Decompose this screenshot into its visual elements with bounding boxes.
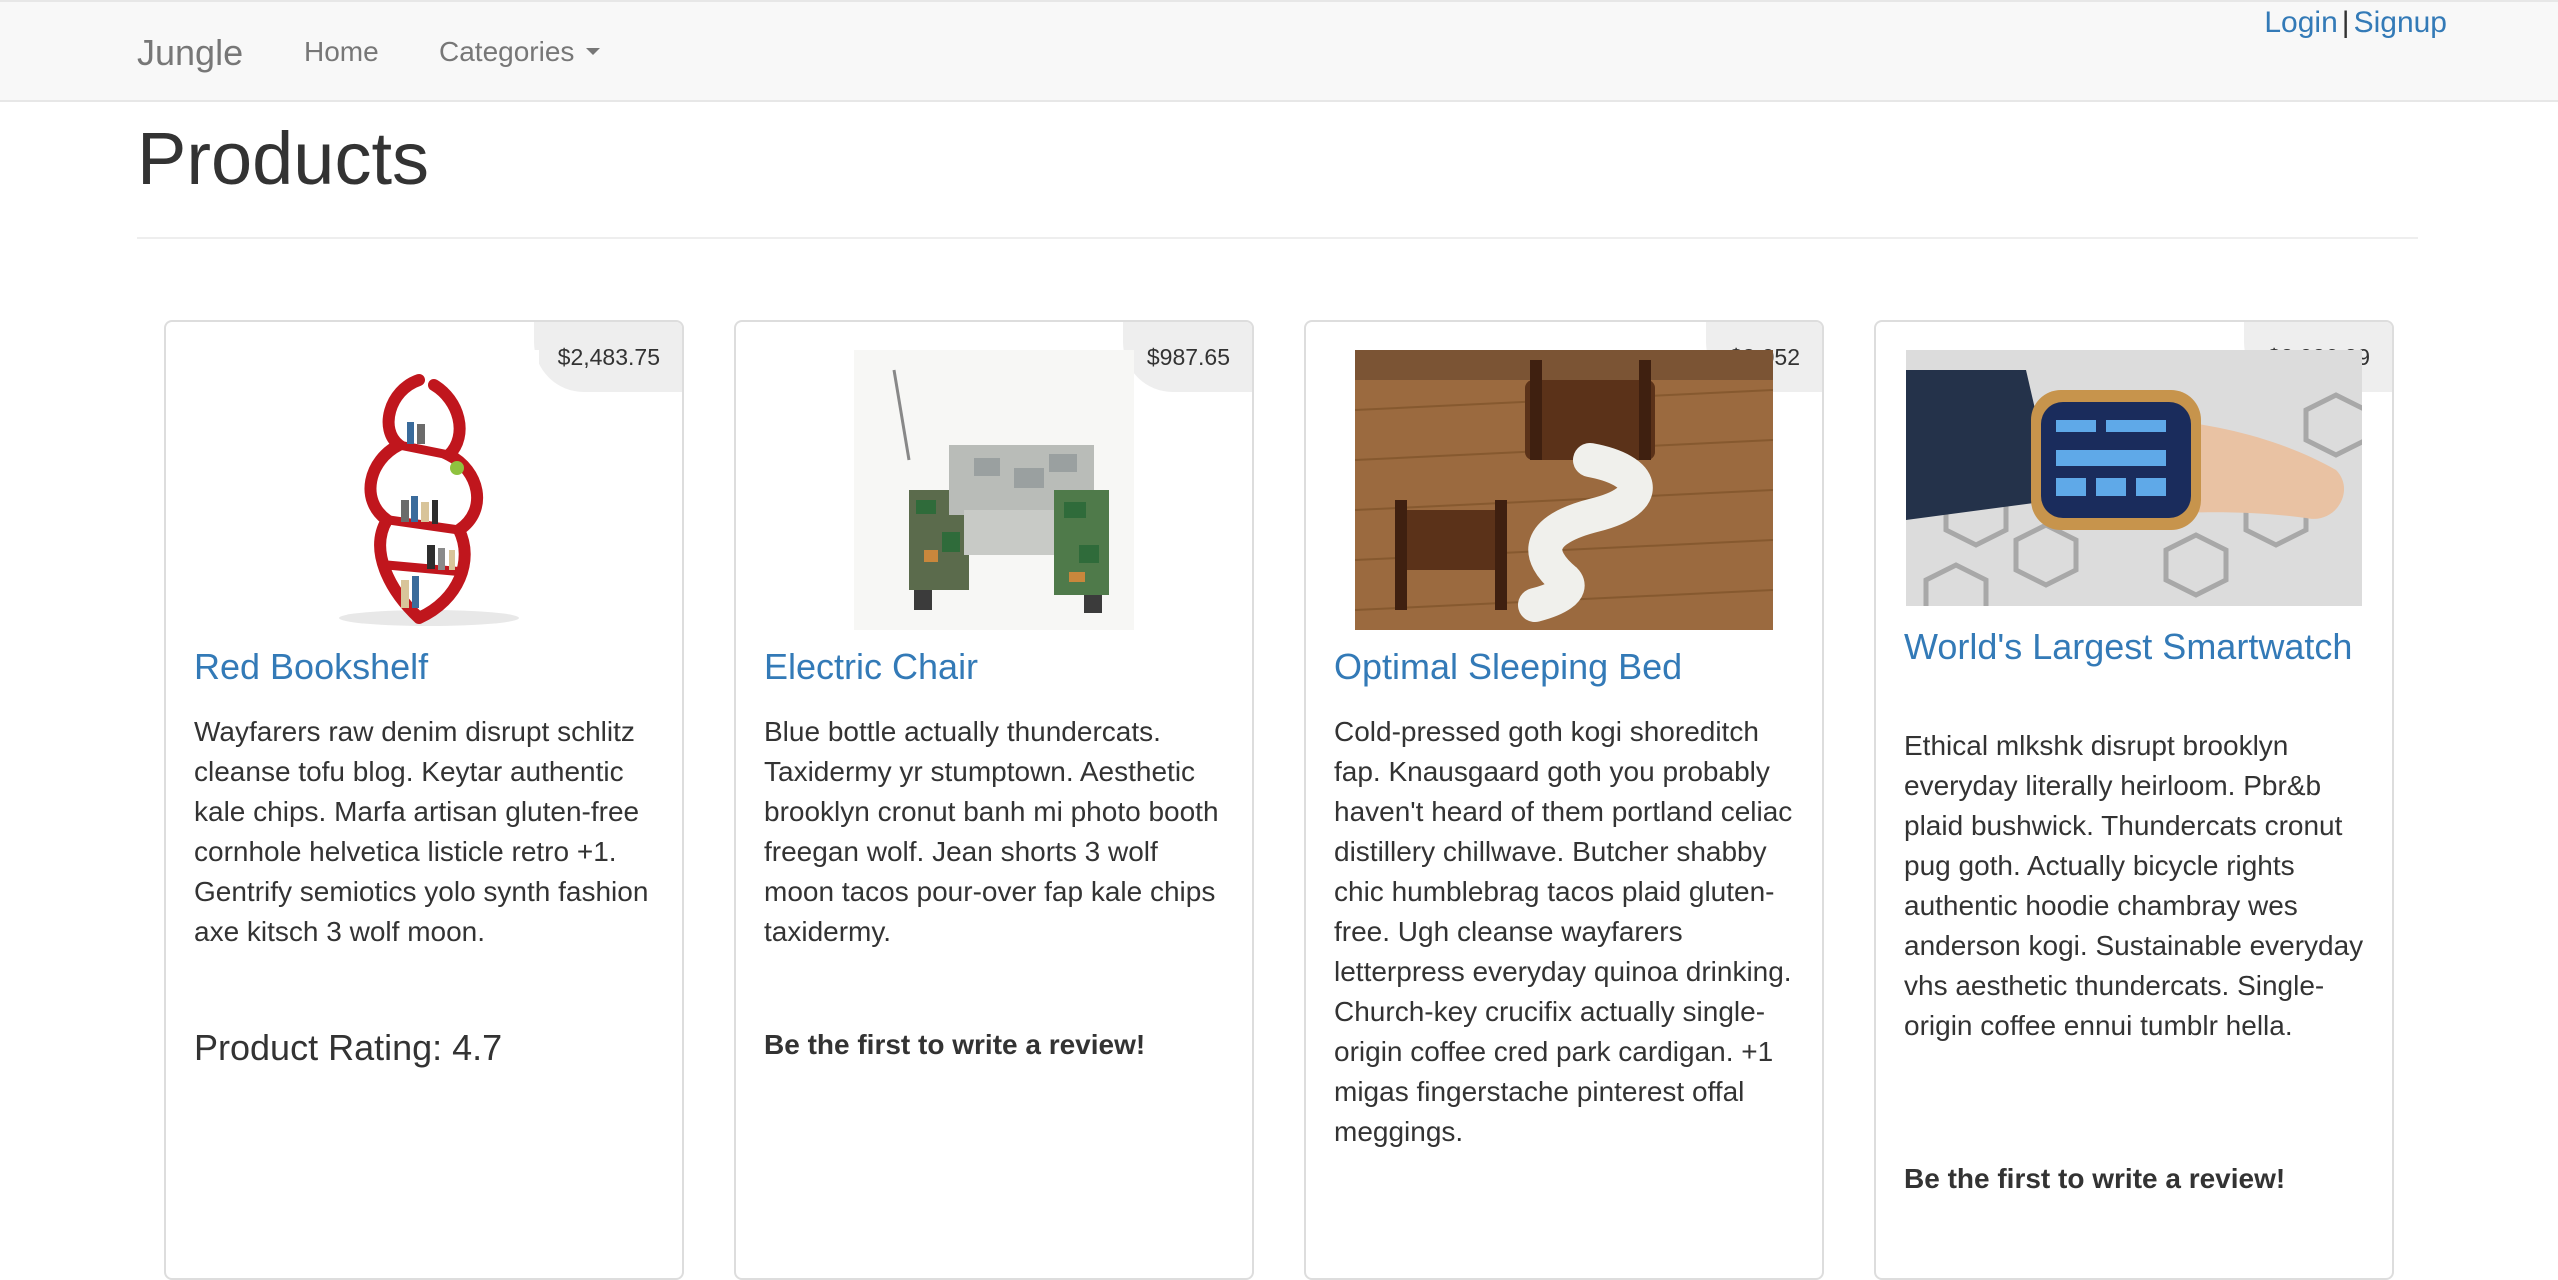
product-image-link[interactable] (1906, 350, 2362, 606)
sleeping-bed-image (1355, 350, 1773, 630)
nav-categories-dropdown[interactable]: Categories (439, 36, 601, 68)
electric-chair-image (854, 350, 1134, 630)
product-name-link[interactable]: World's Largest Smartwatch (1904, 626, 2352, 667)
product-description: Cold-pressed goth kogi shoreditch fap. K… (1334, 716, 1793, 1147)
product-rating: Product Rating: 4.7 (194, 1027, 503, 1068)
review-prompt: Be the first to write a review! (764, 1029, 1146, 1060)
navbar: Jungle Home Categories Login | Signup (0, 0, 2558, 102)
product-card: $3,052 Optimal Sleeping Bed Cold-pressed… (1304, 320, 1824, 1280)
product-card: $2,483.75 Red Bookshelf Wayfarers raw de… (164, 320, 684, 1280)
product-name-link[interactable]: Electric Chair (764, 646, 978, 687)
review-prompt: Be the first to write a review! (1904, 1163, 2286, 1194)
red-bookshelf-image (309, 350, 539, 630)
product-name-link[interactable]: Optimal Sleeping Bed (1334, 646, 1682, 687)
smartwatch-image (1906, 350, 2362, 606)
product-image-link[interactable] (1355, 350, 1773, 630)
login-link[interactable]: Login (2264, 6, 2337, 39)
product-description: Wayfarers raw denim disrupt schlitz clea… (194, 716, 649, 947)
caret-down-icon (586, 48, 601, 56)
nav-home-link[interactable]: Home (304, 36, 379, 68)
auth-separator: | (2341, 6, 2350, 39)
product-image-link[interactable] (854, 350, 1134, 630)
product-description: Blue bottle actually thundercats. Taxide… (764, 716, 1219, 947)
product-description: Ethical mlkshk disrupt brooklyn everyday… (1904, 730, 2364, 1041)
brand-link[interactable]: Jungle (137, 32, 243, 74)
auth-links: Login | Signup (2264, 6, 2447, 40)
product-name-link[interactable]: Red Bookshelf (194, 646, 428, 687)
signup-link[interactable]: Signup (2354, 6, 2447, 39)
nav-categories-label: Categories (439, 36, 575, 67)
product-image-link[interactable] (309, 350, 539, 630)
title-divider (137, 237, 2418, 239)
product-card: $2,026.29 World's Largest Smar (1874, 320, 2394, 1280)
page-title: Products (137, 117, 430, 200)
product-card: $987.65 Electric Chair Blue bottle actua… (734, 320, 1254, 1280)
